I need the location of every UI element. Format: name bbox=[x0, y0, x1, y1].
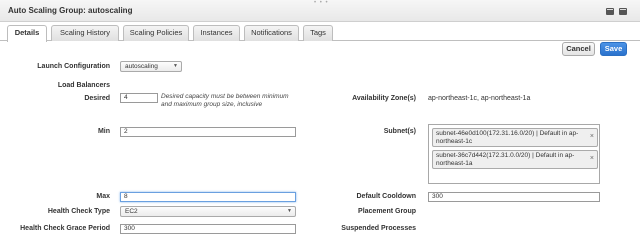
health-check-type-label: Health Check Type bbox=[47, 208, 110, 215]
restore-window-icon[interactable] bbox=[606, 8, 614, 15]
remove-subnet-icon[interactable]: × bbox=[590, 155, 594, 163]
drag-grip-icon[interactable]: • • • bbox=[314, 0, 329, 6]
max-input[interactable]: 8 bbox=[120, 192, 296, 202]
subnets-label: Subnet(s) bbox=[383, 128, 416, 135]
placement-group-label: Placement Group bbox=[358, 208, 416, 215]
subnet-chip: subnet-36c7d442(172.31.0.0/20) | Default… bbox=[432, 150, 598, 169]
title-bar: Auto Scaling Group: autoscaling • • • bbox=[0, 0, 640, 22]
save-button[interactable]: Save bbox=[600, 42, 627, 56]
health-check-grace-input[interactable]: 300 bbox=[120, 224, 296, 234]
launch-configuration-value: autoscaling bbox=[125, 63, 158, 70]
remove-subnet-icon[interactable]: × bbox=[590, 133, 594, 141]
load-balancers-label: Load Balancers bbox=[57, 82, 110, 89]
suspended-processes-label: Suspended Processes bbox=[341, 225, 416, 232]
health-check-grace-label: Health Check Grace Period bbox=[20, 225, 110, 232]
desired-hint: Desired capacity must be between minimum… bbox=[161, 93, 289, 108]
maximize-window-icon[interactable] bbox=[619, 8, 627, 15]
chevron-down-icon: ▼ bbox=[173, 63, 178, 69]
default-cooldown-input[interactable]: 300 bbox=[428, 192, 600, 202]
desired-input[interactable]: 4 bbox=[120, 93, 158, 103]
tab-details[interactable]: Details bbox=[7, 25, 47, 42]
max-label: Max bbox=[96, 193, 110, 200]
subnet-chip: subnet-46e0d100(172.31.16.0/20) | Defaul… bbox=[432, 128, 598, 147]
tab-notifications[interactable]: Notifications bbox=[244, 25, 299, 41]
launch-configuration-label: Launch Configuration bbox=[37, 63, 110, 70]
min-input[interactable]: 2 bbox=[120, 127, 296, 137]
subnet-chip-label: subnet-46e0d100(172.31.16.0/20) | Defaul… bbox=[436, 130, 579, 145]
subnets-multiselect[interactable]: subnet-46e0d100(172.31.16.0/20) | Defaul… bbox=[428, 124, 600, 184]
health-check-type-select[interactable]: EC2 ▼ bbox=[120, 206, 296, 217]
launch-configuration-select[interactable]: autoscaling ▼ bbox=[120, 61, 182, 72]
cancel-button[interactable]: Cancel bbox=[562, 42, 595, 56]
tab-bar: Details Scaling History Scaling Policies… bbox=[0, 22, 640, 42]
min-label: Min bbox=[97, 128, 110, 135]
auto-scaling-group-panel: Auto Scaling Group: autoscaling • • • De… bbox=[0, 0, 640, 243]
subnet-chip-label: subnet-36c7d442(172.31.0.0/20) | Default… bbox=[436, 152, 575, 167]
tab-scaling-history[interactable]: Scaling History bbox=[51, 25, 119, 41]
window-title: Auto Scaling Group: autoscaling bbox=[8, 6, 133, 15]
availability-zones-label: Availability Zone(s) bbox=[352, 95, 416, 102]
tab-scaling-policies[interactable]: Scaling Policies bbox=[123, 25, 189, 41]
tab-tags[interactable]: Tags bbox=[303, 25, 333, 41]
chevron-down-icon: ▼ bbox=[287, 208, 292, 214]
availability-zones-value: ap-northeast-1c, ap-northeast-1a bbox=[428, 95, 531, 102]
health-check-type-value: EC2 bbox=[125, 208, 138, 215]
desired-label: Desired bbox=[84, 95, 110, 102]
default-cooldown-label: Default Cooldown bbox=[356, 193, 417, 200]
tab-instances[interactable]: Instances bbox=[193, 25, 240, 41]
